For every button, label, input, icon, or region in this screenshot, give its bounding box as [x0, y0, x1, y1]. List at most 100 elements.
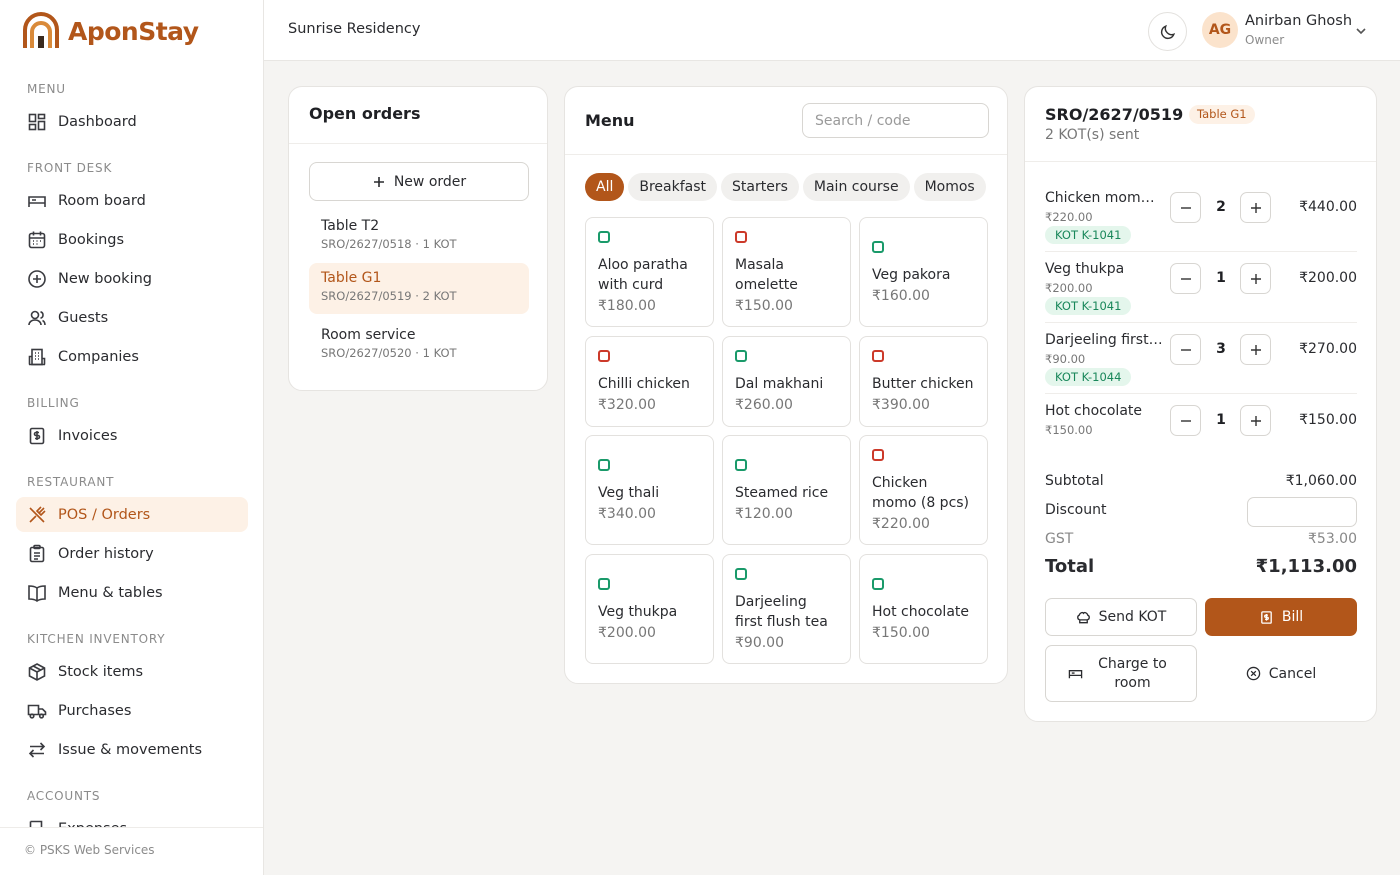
- sidebar-item-label: Guests: [58, 309, 109, 326]
- new-order-button[interactable]: New order: [309, 162, 529, 201]
- user-menu-toggle[interactable]: [1354, 24, 1368, 38]
- arrows-exchange-icon: [28, 741, 46, 758]
- plus-icon: [1250, 202, 1261, 213]
- sidebar-item-bookings[interactable]: Bookings: [16, 222, 248, 257]
- menu-item[interactable]: Aloo paratha with curd ₹180.00: [585, 217, 714, 327]
- menu-item[interactable]: Dal makhani ₹260.00: [722, 336, 851, 427]
- menu-item-name: Darjeeling first flush tea: [735, 593, 828, 630]
- line-item-total: ₹270.00: [1299, 341, 1357, 357]
- send-kot-button[interactable]: Send KOT: [1045, 598, 1197, 636]
- veg-indicator-icon: [872, 577, 884, 590]
- bill-button[interactable]: Bill: [1205, 598, 1357, 636]
- menu-item-name: Veg thali: [598, 484, 660, 501]
- line-item-price: ₹200.00: [1045, 281, 1093, 295]
- nav-section-billing: BILLING: [27, 396, 80, 410]
- category-tab-breakfast[interactable]: Breakfast: [628, 173, 718, 201]
- sidebar: AponStay MENU Dashboard FRONT DESK Room …: [0, 0, 264, 875]
- quantity-value: 1: [1216, 270, 1226, 286]
- sidebar-item-pos-orders[interactable]: POS / Orders: [16, 497, 248, 532]
- sidebar-item-dashboard[interactable]: Dashboard: [16, 104, 248, 139]
- non-veg-indicator-icon: [735, 230, 747, 243]
- menu-item-name: Veg pakora: [872, 266, 951, 283]
- category-tab-momos[interactable]: Momos: [913, 173, 986, 201]
- menu-item[interactable]: Butter chicken ₹390.00: [859, 336, 988, 427]
- table-badge: Table G1: [1189, 105, 1255, 124]
- bed-icon: [1068, 670, 1082, 679]
- line-item-total: ₹200.00: [1299, 270, 1357, 286]
- nav-section-accounts: ACCOUNTS: [27, 789, 101, 803]
- decrease-qty-button[interactable]: [1170, 334, 1201, 365]
- category-tab-all[interactable]: All: [585, 173, 625, 201]
- menu-item-name: Chicken momo (8 pcs): [872, 474, 970, 511]
- gst-value: ₹53.00: [1308, 531, 1357, 547]
- charge-to-room-button[interactable]: Charge to room: [1045, 645, 1197, 702]
- invoice-icon: [1261, 610, 1272, 624]
- plus-icon: [1250, 415, 1261, 426]
- user-name[interactable]: Anirban Ghosh: [1245, 13, 1352, 29]
- veg-indicator-icon: [735, 458, 747, 471]
- non-veg-indicator-icon: [598, 350, 610, 362]
- utensils-crossed-icon: [29, 505, 46, 523]
- menu-item[interactable]: Chicken momo (8 pcs) ₹220.00: [859, 435, 988, 545]
- order-meta: SRO/2627/0519 · 2 KOT: [321, 289, 457, 303]
- category-tab-main-course[interactable]: Main course: [802, 173, 910, 201]
- sidebar-item-invoices[interactable]: Invoices: [16, 418, 248, 453]
- veg-indicator-icon: [598, 577, 610, 590]
- nav-section-front-desk: FRONT DESK: [27, 161, 113, 175]
- menu-item[interactable]: Darjeeling first flush tea ₹90.00: [722, 554, 851, 664]
- top-bar: Sunrise Residency AG Anirban Ghosh Owner: [264, 0, 1400, 61]
- sidebar-item-issue-movements[interactable]: Issue & movements: [16, 732, 248, 767]
- sidebar-item-stock-items[interactable]: Stock items: [16, 654, 248, 689]
- menu-item[interactable]: Veg pakora ₹160.00: [859, 217, 988, 327]
- increase-qty-button[interactable]: [1240, 263, 1271, 294]
- bed-icon: [28, 195, 46, 207]
- cancel-button[interactable]: Cancel: [1205, 645, 1357, 702]
- category-tabs: All Breakfast Starters Main course Momos: [585, 173, 988, 201]
- order-row-room-service[interactable]: Room service SRO/2627/0520 · 1 KOT: [309, 320, 529, 371]
- line-item-price: ₹220.00: [1045, 210, 1093, 224]
- menu-item[interactable]: Veg thali ₹340.00: [585, 435, 714, 545]
- decrease-qty-button[interactable]: [1170, 263, 1201, 294]
- menu-item[interactable]: Masala omelette ₹150.00: [722, 217, 851, 327]
- sidebar-item-companies[interactable]: Companies: [16, 339, 248, 374]
- sidebar-item-guests[interactable]: Guests: [16, 300, 248, 335]
- search-input[interactable]: [802, 103, 989, 138]
- sidebar-item-label: New booking: [58, 270, 153, 287]
- open-orders-panel: Open orders New order Table T2 SRO/2627/…: [288, 86, 548, 391]
- building-icon: [28, 348, 46, 365]
- menu-item[interactable]: Hot chocolate ₹150.00: [859, 554, 988, 664]
- order-name: Table T2: [321, 218, 380, 234]
- brand-logo[interactable]: AponStay: [22, 12, 199, 50]
- discount-input[interactable]: [1247, 497, 1357, 527]
- menu-item[interactable]: Steamed rice ₹120.00: [722, 435, 851, 545]
- increase-qty-button[interactable]: [1240, 192, 1271, 223]
- sidebar-item-menu-tables[interactable]: Menu & tables: [16, 575, 248, 610]
- sidebar-item-label: Order history: [58, 545, 154, 562]
- category-tab-starters[interactable]: Starters: [721, 173, 799, 201]
- menu-item[interactable]: Chilli chicken ₹320.00: [585, 336, 714, 427]
- menu-item-name: Hot chocolate: [872, 603, 970, 620]
- order-number: SRO/2627/0519: [1045, 105, 1184, 124]
- increase-qty-button[interactable]: [1240, 334, 1271, 365]
- bill-line-item: Darjeeling first flush tea ₹90.00 KOT K-…: [1045, 323, 1357, 394]
- theme-toggle-button[interactable]: [1148, 12, 1187, 51]
- order-row-table-t2[interactable]: Table T2 SRO/2627/0518 · 1 KOT: [309, 211, 529, 262]
- sidebar-item-order-history[interactable]: Order history: [16, 536, 248, 571]
- avatar[interactable]: AG: [1202, 12, 1238, 48]
- menu-panel: Menu AllBreakfastStartersMain courseMomo…: [564, 86, 1008, 684]
- line-item-name: Veg thukpa: [1045, 261, 1125, 277]
- menu-item[interactable]: Veg thukpa ₹200.00: [585, 554, 714, 664]
- kot-tag: KOT K-1044: [1045, 368, 1132, 386]
- order-row-table-g1[interactable]: Table G1 SRO/2627/0519 · 2 KOT: [309, 263, 529, 314]
- sidebar-footer: © PSKS Web Services: [0, 827, 263, 875]
- decrease-qty-button[interactable]: [1170, 405, 1201, 436]
- increase-qty-button[interactable]: [1240, 405, 1271, 436]
- sidebar-item-purchases[interactable]: Purchases: [16, 693, 248, 728]
- sidebar-item-room-board[interactable]: Room board: [16, 183, 248, 218]
- divider: [289, 143, 547, 144]
- order-meta: SRO/2627/0520 · 1 KOT: [321, 346, 457, 360]
- sidebar-item-new-booking[interactable]: New booking: [16, 261, 248, 296]
- truck-icon: [27, 704, 47, 719]
- veg-indicator-icon: [872, 240, 884, 253]
- decrease-qty-button[interactable]: [1170, 192, 1201, 223]
